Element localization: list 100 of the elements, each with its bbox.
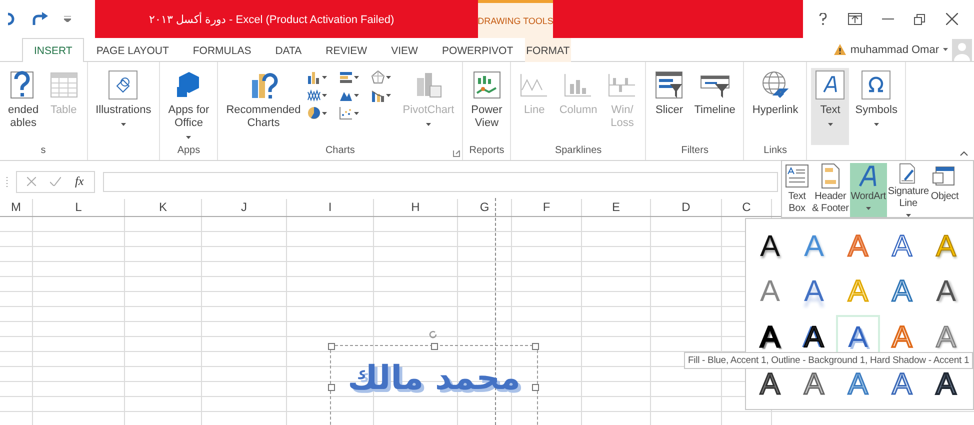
omega-icon: [861, 70, 892, 100]
column-header[interactable]: E: [582, 199, 651, 216]
caret-icon[interactable]: [386, 94, 391, 96]
redo-icon[interactable]: [32, 12, 48, 26]
caret-icon[interactable]: [874, 123, 879, 126]
rotate-handle-icon[interactable]: [429, 330, 438, 339]
customize-icon[interactable]: [64, 16, 71, 22]
column-header[interactable]: F: [512, 199, 582, 216]
group-label: s: [40, 145, 46, 156]
ribbon-button[interactable]: Illustrations: [92, 68, 156, 145]
pie-chart-icon[interactable]: [306, 106, 321, 120]
table-icon: [48, 70, 79, 100]
caret-icon[interactable]: [322, 94, 327, 96]
wordart-style[interactable]: A: [880, 225, 924, 269]
resize-handle[interactable]: [532, 343, 539, 350]
caret-icon[interactable]: [186, 136, 192, 139]
group-label: Reports: [469, 145, 504, 156]
ribbon-button[interactable]: Recommended Charts: [222, 68, 305, 145]
ribbon-tab[interactable]: FORMULAS: [180, 38, 264, 62]
dashboard-icon: [472, 70, 502, 100]
minimize-icon[interactable]: [882, 18, 894, 20]
wordart-style[interactable]: A: [924, 269, 968, 315]
wordart-style[interactable]: A: [748, 225, 792, 269]
window-title: دورة أكسل ٢٠١٣ - Excel (Product Activation Failed): [148, 12, 396, 26]
resize-handle[interactable]: [532, 384, 539, 391]
column-header[interactable]: J: [202, 199, 287, 216]
menu-item[interactable]: WordArt: [850, 163, 887, 217]
resize-handle[interactable]: [328, 384, 335, 391]
filter-list-icon: [654, 70, 684, 100]
group-label: Links: [764, 145, 788, 156]
group-label: Sparklines: [554, 145, 602, 156]
tooltip: Fill - Blue, Accent 1, Outline - Background 1, Hard Shadow - Accent 1: [684, 352, 974, 369]
caret-icon[interactable]: [322, 112, 327, 114]
combo-chart-icon[interactable]: [370, 88, 385, 102]
ribbon-button[interactable]: Timeline: [690, 68, 740, 145]
caret-icon[interactable]: [943, 48, 948, 51]
menu-item[interactable]: Header & Footer: [811, 163, 850, 217]
wordart-style[interactable]: A: [792, 269, 836, 315]
ribbon-button[interactable]: Slicer: [650, 68, 688, 145]
menu-item[interactable]: Object: [930, 163, 960, 217]
column-header[interactable]: C: [722, 199, 772, 216]
shapes-icon: [108, 70, 138, 100]
ribbon-tab[interactable]: POWERPIVOT: [430, 38, 526, 62]
ribbon-tab[interactable]: INSERT: [22, 38, 84, 62]
resize-handle[interactable]: [431, 343, 438, 350]
wordart-style[interactable]: A: [748, 269, 792, 315]
caret-icon[interactable]: [386, 76, 391, 78]
help-icon[interactable]: [819, 13, 828, 25]
ribbon-button[interactable]: Text: [811, 68, 850, 145]
caret-icon[interactable]: [120, 123, 126, 126]
warning-icon: [834, 44, 846, 55]
dialog-launcher-icon[interactable]: [453, 150, 460, 157]
globe-link-icon: [760, 70, 790, 100]
contextual-tab-header: DRAWING TOOLS: [478, 0, 553, 38]
resize-handle[interactable]: [328, 343, 335, 350]
line-chart-icon[interactable]: [306, 88, 321, 102]
ribbon-button[interactable]: Power View: [467, 68, 506, 145]
ribbon-tab[interactable]: VIEW: [379, 38, 430, 62]
column-header[interactable]: D: [651, 199, 722, 216]
ribbon-tab[interactable]: PAGE LAYOUT: [84, 38, 181, 62]
column-header[interactable]: K: [125, 199, 202, 216]
insert-function-button[interactable]: fx: [75, 174, 84, 189]
wordart-text[interactable]: محمد مالك: [341, 356, 527, 400]
group-label: Charts: [325, 145, 355, 156]
column-header[interactable]: L: [33, 199, 125, 216]
ribbon-tab[interactable]: FORMAT: [525, 38, 571, 62]
ribbon-display-icon[interactable]: [848, 13, 862, 25]
caret-icon[interactable]: [354, 112, 359, 114]
collapse-ribbon-icon[interactable]: [960, 151, 968, 156]
close-icon[interactable]: [946, 13, 958, 25]
column-header[interactable]: G: [458, 199, 512, 216]
column-header[interactable]: M: [0, 199, 33, 216]
text-box-icon: [784, 163, 810, 189]
restore-icon[interactable]: [914, 14, 926, 24]
ribbon-button[interactable]: ended ables: [4, 68, 43, 145]
group-label: Filters: [681, 145, 708, 156]
menu-item[interactable]: Text Box: [783, 163, 811, 217]
undo-icon[interactable]: [8, 12, 16, 26]
radar-chart-icon[interactable]: [370, 70, 385, 84]
ribbon-button[interactable]: Hyperlink: [748, 68, 802, 145]
column-header[interactable]: I: [287, 199, 374, 216]
check-icon[interactable]: [50, 177, 61, 186]
column-header[interactable]: H: [374, 199, 458, 216]
menu-item[interactable]: Signature Line: [886, 163, 930, 217]
ribbon-tab[interactable]: DATA: [263, 38, 314, 62]
user-name[interactable]: muhammad Omar: [850, 44, 939, 56]
group-label: Apps: [177, 145, 200, 156]
scatter-chart-icon[interactable]: [338, 106, 353, 120]
ribbon-tab[interactable]: REVIEW: [314, 38, 380, 62]
caret-icon[interactable]: [354, 76, 359, 78]
caret-icon[interactable]: [866, 207, 871, 210]
caret-icon[interactable]: [828, 123, 833, 126]
ribbon-button[interactable]: Symbols: [851, 68, 902, 145]
caret-icon[interactable]: [354, 94, 359, 96]
bar-chart-icon[interactable]: [338, 70, 353, 84]
letter-a-icon: [815, 70, 846, 100]
caret-icon[interactable]: [322, 76, 327, 78]
ribbon-button[interactable]: Apps for Office: [164, 68, 214, 145]
formula-input[interactable]: [102, 172, 778, 192]
column-chart-icon[interactable]: [306, 70, 321, 84]
